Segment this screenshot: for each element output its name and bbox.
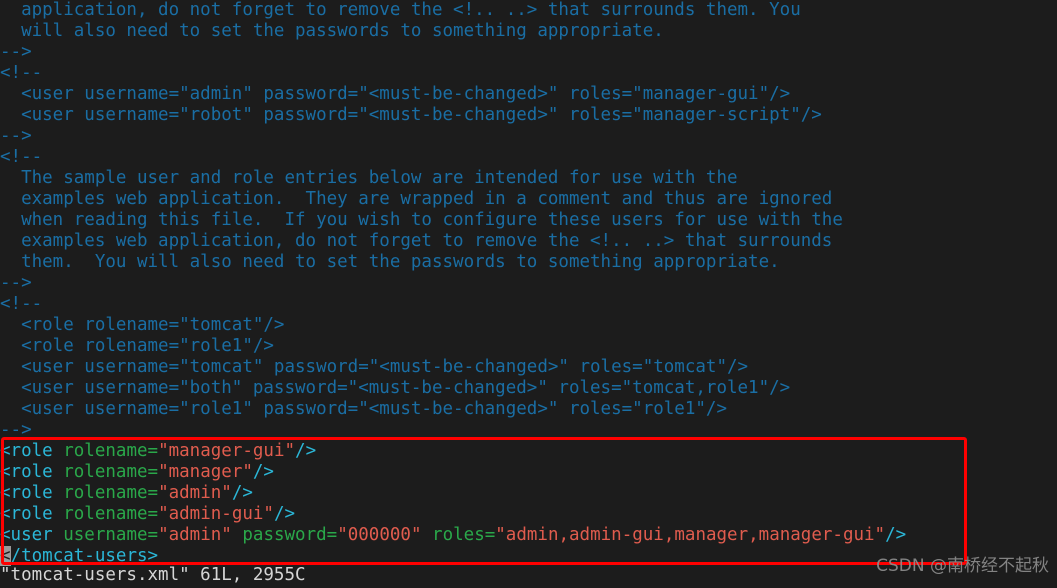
xml-tag: <role [0,504,53,524]
editor-line[interactable]: --> [0,420,1057,441]
xml-attribute-value: "admin" [158,483,232,503]
xml-tag: /tomcat-users> [10,546,159,566]
editor-line[interactable]: --> [0,273,1057,294]
editor-line[interactable]: <user username="robot" password="<must-b… [0,105,1057,126]
editor-line[interactable]: <user username="admin" password="000000"… [0,525,1057,546]
xml-attribute-value: "manager" [158,462,253,482]
xml-comment-text: examples web application, do not forget … [0,231,833,251]
editor-line[interactable]: <user username="tomcat" password="<must-… [0,357,1057,378]
xml-comment-text: <user username="admin" password="<must-b… [0,84,791,104]
xml-tag-close: /> [295,441,317,461]
editor-line[interactable]: <role rolename="manager-gui"/> [0,441,1057,462]
xml-comment-text: <role rolename="role1"/> [0,336,274,356]
editor-line[interactable]: <role rolename="manager"/> [0,462,1057,483]
xml-comment-text: <!-- [0,63,43,83]
editor-line[interactable]: <role rolename="admin-gui"/> [0,504,1057,525]
editor-line[interactable]: --> [0,42,1057,63]
editor-line[interactable]: application, do not forget to remove the… [0,0,1057,21]
xml-attribute-name: roles= [432,525,496,545]
editor-line[interactable]: <user username="admin" password="<must-b… [0,84,1057,105]
editor-line[interactable]: examples web application, do not forget … [0,231,1057,252]
xml-comment-text: <user username="tomcat" password="<must-… [0,357,749,377]
editor-line[interactable]: <role rolename="tomcat"/> [0,315,1057,336]
xml-comment-text: when reading this file. If you wish to c… [0,210,843,230]
xml-comment-text: --> [0,273,32,293]
editor-line[interactable]: <!-- [0,294,1057,315]
editor-line[interactable]: them. You will also need to set the pass… [0,252,1057,273]
xml-attribute-name: username= [63,525,159,545]
editor-line[interactable]: examples web application. They are wrapp… [0,189,1057,210]
xml-comment-text: --> [0,42,32,62]
xml-comment-text: <!-- [0,294,43,314]
editor-line[interactable]: <user username="role1" password="<must-b… [0,399,1057,420]
xml-comment-text: <user username="both" password="<must-be… [0,378,791,398]
editor-line[interactable]: <!-- [0,63,1057,84]
xml-comment-text: <user username="robot" password="<must-b… [0,105,822,125]
terminal-screen: application, do not forget to remove the… [0,0,1057,588]
xml-comment-text: --> [0,420,32,440]
editor-line[interactable]: --> [0,126,1057,147]
xml-comment-text: them. You will also need to set the pass… [0,252,780,272]
xml-attribute-value: "admin-gui" [158,504,274,524]
editor-line[interactable]: <role rolename="role1"/> [0,336,1057,357]
xml-attribute-name: rolename= [63,483,159,503]
xml-tag: <role [0,483,53,503]
xml-comment-text: <user username="role1" password="<must-b… [0,399,727,419]
editor-line[interactable]: when reading this file. If you wish to c… [0,210,1057,231]
vim-editor-buffer[interactable]: application, do not forget to remove the… [0,0,1057,567]
xml-tag: <role [0,462,53,482]
xml-attribute-value: "admin" [158,525,232,545]
xml-attribute-value: "000000" [337,525,422,545]
xml-attribute-name: password= [242,525,338,545]
editor-line[interactable]: <!-- [0,147,1057,168]
xml-tag: <user [0,525,53,545]
xml-attribute-name: rolename= [63,504,159,524]
editor-line[interactable]: <user username="both" password="<must-be… [0,378,1057,399]
editor-line[interactable]: will also need to set the passwords to s… [0,21,1057,42]
xml-comment-text: <!-- [0,147,43,167]
xml-tag-close: /> [231,483,253,503]
xml-tag-close: /> [885,525,907,545]
xml-tag-close: /> [273,504,296,524]
xml-tag: <role [0,441,53,461]
editor-line[interactable]: The sample user and role entries below a… [0,168,1057,189]
csdn-watermark: CSDN @南桥经不起秋 [876,556,1049,576]
xml-attribute-name: rolename= [63,441,159,461]
xml-comment-text: The sample user and role entries below a… [0,168,738,188]
xml-comment-text: examples web application. They are wrapp… [0,189,833,209]
xml-comment-text: application, do not forget to remove the… [0,0,801,20]
xml-attribute-value: "admin,admin-gui,manager,manager-gui" [495,525,886,545]
xml-attribute-value: "manager-gui" [158,441,296,461]
xml-comment-text: <role rolename="tomcat"/> [0,315,285,335]
text-cursor: < [0,546,11,566]
xml-attribute-name: rolename= [63,462,159,482]
xml-comment-text: --> [0,126,32,146]
xml-tag-close: /> [252,462,274,482]
xml-comment-text: will also need to set the passwords to s… [0,21,664,41]
editor-line[interactable]: <role rolename="admin"/> [0,483,1057,504]
